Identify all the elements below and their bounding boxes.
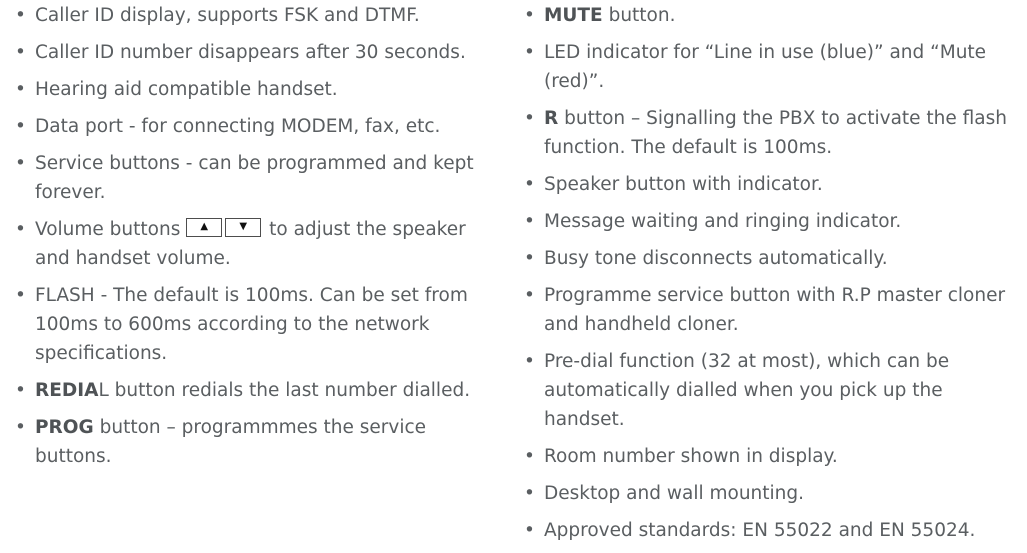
bullet-icon: • <box>524 247 535 269</box>
feature-item-r-button: • R button – Signalling the PBX to activ… <box>522 104 1022 162</box>
bullet-icon: • <box>15 78 26 100</box>
feature-keyword: MUTE <box>544 5 603 26</box>
feature-item-hearing-aid: • Hearing aid compatible handset. <box>13 75 503 104</box>
bullet-icon: • <box>524 446 535 468</box>
volume-down-key: ▼ <box>225 217 262 237</box>
bullet-icon: • <box>524 5 535 26</box>
bullet-icon: • <box>524 41 535 63</box>
feature-item-programme-service: • Programme service button with R.P mast… <box>522 281 1022 339</box>
feature-item-volume-buttons: • Volume buttons ▲ ▼ to adjust the speake… <box>13 215 503 273</box>
feature-item-prog: • PROG button – programmmes the service … <box>13 413 503 471</box>
feature-item-speaker: • Speaker button with indicator. <box>522 170 1022 199</box>
feature-item-led-indicator: • LED indicator for “Line in use (blue)”… <box>522 38 1022 96</box>
bullet-icon: • <box>524 483 535 505</box>
feature-text: button. <box>602 5 676 26</box>
bullet-icon: • <box>15 115 26 137</box>
bullet-icon: • <box>15 218 26 240</box>
feature-text: button – programmmes the service buttons… <box>35 416 427 468</box>
bullet-icon: • <box>15 284 26 306</box>
feature-item-mounting: • Desktop and wall mounting. <box>522 479 1022 508</box>
bullet-icon: • <box>524 350 535 372</box>
feature-item-caller-id-timeout: • Caller ID number disappears after 30 s… <box>13 38 503 67</box>
feature-text: L button redials the last number dialled… <box>98 380 471 402</box>
feature-text: Busy tone disconnects automatically. <box>544 247 888 269</box>
feature-item-message-waiting: • Message waiting and ringing indicator. <box>522 207 1022 236</box>
feature-item-data-port: • Data port - for connecting MODEM, fax,… <box>13 112 503 141</box>
right-feature-column: • MUTE button. • LED indicator for “Line… <box>522 1 1022 553</box>
feature-item-busy-tone: • Busy tone disconnects automatically. <box>522 244 1022 273</box>
feature-item-mute: • MUTE button. <box>522 1 1022 30</box>
feature-text: FLASH - The default is 100ms. Can be set… <box>35 284 468 365</box>
feature-keyword: PROG <box>35 416 94 438</box>
feature-text: Approved standards: EN 55022 and EN 5502… <box>544 519 976 541</box>
feature-text: Programme service button with R.P master… <box>544 284 1006 335</box>
bullet-icon: • <box>524 107 535 129</box>
feature-text: Caller ID display, supports FSK and DTMF… <box>35 5 420 26</box>
bullet-icon: • <box>524 284 535 306</box>
feature-item-pre-dial: • Pre-dial function (32 at most), which … <box>522 347 1022 435</box>
bullet-icon: • <box>15 152 26 174</box>
feature-text: Message waiting and ringing indicator. <box>544 210 902 232</box>
volume-up-key: ▲ <box>186 217 223 237</box>
feature-text: Data port - for connecting MODEM, fax, e… <box>35 115 441 137</box>
feature-item-flash: • FLASH - The default is 100ms. Can be s… <box>13 281 503 369</box>
feature-text: LED indicator for “Line in use (blue)” a… <box>544 41 987 93</box>
feature-item-standards: • Approved standards: EN 55022 and EN 55… <box>522 516 1022 545</box>
feature-item-room-number: • Room number shown in display. <box>522 442 1022 471</box>
left-feature-column: • Caller ID display, supports FSK and DT… <box>13 1 503 479</box>
feature-text: Service buttons - can be programmed and … <box>35 152 474 203</box>
bullet-icon: • <box>15 380 26 402</box>
feature-text-pre: Volume buttons <box>35 218 181 240</box>
bullet-icon: • <box>15 41 26 63</box>
feature-text: Speaker button with indicator. <box>544 174 823 196</box>
triangle-up-icon: ▲ <box>200 221 209 233</box>
feature-list-page: • Caller ID display, supports FSK and DT… <box>0 0 1027 541</box>
feature-text: button – Signalling the PBX to activate … <box>544 107 1008 159</box>
bullet-icon: • <box>524 519 535 541</box>
triangle-down-icon: ▼ <box>239 221 248 233</box>
feature-text: Hearing aid compatible handset. <box>35 78 338 100</box>
bullet-icon: • <box>524 174 535 196</box>
bullet-icon: • <box>524 210 535 232</box>
bullet-icon: • <box>15 416 26 438</box>
feature-text: Room number shown in display. <box>544 446 838 468</box>
feature-text: Desktop and wall mounting. <box>544 483 805 505</box>
feature-keyword: REDIA <box>35 380 99 402</box>
feature-item-service-buttons: • Service buttons - can be programmed an… <box>13 149 503 207</box>
feature-text: Pre-dial function (32 at most), which ca… <box>544 350 950 431</box>
feature-text: Caller ID number disappears after 30 sec… <box>35 41 466 63</box>
bullet-icon: • <box>15 5 26 26</box>
feature-item-caller-id: • Caller ID display, supports FSK and DT… <box>13 1 503 30</box>
feature-item-redial: • REDIAL button redials the last number … <box>13 376 503 405</box>
feature-keyword: R <box>544 107 559 129</box>
